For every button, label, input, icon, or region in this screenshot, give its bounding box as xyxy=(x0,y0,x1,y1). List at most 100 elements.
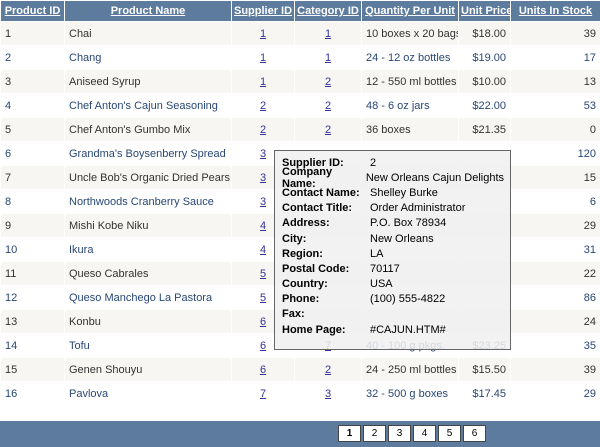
cell-quantity-per-unit: 24 - 250 ml bottles xyxy=(361,357,459,382)
cell-units-in-stock: 53 xyxy=(510,93,600,118)
cell-product-name: Chef Anton's Gumbo Mix xyxy=(64,117,232,142)
cell-category-id: 1 xyxy=(294,45,362,70)
cell-product-name: Chang xyxy=(64,45,232,70)
cell-category-id: 2 xyxy=(294,69,362,94)
cell-supplier-id: 6 xyxy=(231,357,295,382)
cell-product-id: 8 xyxy=(0,189,65,214)
category-id-link[interactable]: 2 xyxy=(325,76,331,88)
cell-product-name: Northwoods Cranberry Sauce xyxy=(64,189,232,214)
cell-units-in-stock: 17 xyxy=(510,45,600,70)
cell-product-name: Genen Shouyu xyxy=(64,357,232,382)
supplier-id-link[interactable]: 6 xyxy=(260,364,266,376)
header-product-id[interactable]: Product ID xyxy=(0,0,65,22)
supplier-id-link[interactable]: 5 xyxy=(260,292,266,304)
header-unit-price[interactable]: Unit Price xyxy=(458,0,511,22)
supplier-id-link[interactable]: 1 xyxy=(260,52,266,64)
supplier-id-link[interactable]: 2 xyxy=(260,100,266,112)
tooltip-label: Home Page: xyxy=(282,323,346,336)
pager-page-4-button[interactable]: 4 xyxy=(413,425,436,442)
cell-product-id: 9 xyxy=(0,213,65,238)
pager: 123456 xyxy=(0,421,600,447)
supplier-id-link[interactable]: 4 xyxy=(260,244,266,256)
cell-category-id: 2 xyxy=(294,117,362,142)
tooltip-row: Postal Code: 70117 xyxy=(282,261,504,276)
supplier-id-link[interactable]: 3 xyxy=(260,148,266,160)
cell-supplier-id: 2 xyxy=(231,117,295,142)
tooltip-label: Region: xyxy=(282,247,323,260)
cell-quantity-per-unit: 12 - 550 ml bottles xyxy=(361,69,459,94)
pager-page-6-button[interactable]: 6 xyxy=(463,425,486,442)
cell-product-id: 11 xyxy=(0,261,65,286)
supplier-id-link[interactable]: 3 xyxy=(260,196,266,208)
supplier-id-link[interactable]: 3 xyxy=(260,172,266,184)
pager-page-3-button[interactable]: 3 xyxy=(388,425,411,442)
cell-product-name: Chef Anton's Cajun Seasoning xyxy=(64,93,232,118)
tooltip-label: Contact Name: xyxy=(282,186,360,199)
category-id-link[interactable]: 3 xyxy=(325,388,331,400)
supplier-id-link[interactable]: 1 xyxy=(260,28,266,40)
pager-buttons: 123456 xyxy=(338,425,486,442)
table-row: 5 Chef Anton's Gumbo Mix 2 2 36 boxes $21.35 0 xyxy=(0,117,600,142)
cell-supplier-id: 1 xyxy=(231,45,295,70)
tooltip-row: Home Page: #CAJUN.HTM# xyxy=(282,322,504,337)
tooltip-label: Phone: xyxy=(282,293,320,306)
tooltip-row: Phone: (100) 555-4822 xyxy=(282,292,504,307)
category-id-link[interactable]: 2 xyxy=(325,100,331,112)
cell-category-id: 2 xyxy=(294,93,362,118)
tooltip-row: Contact Name: Shelley Burke xyxy=(282,185,504,200)
tooltip-label: Contact Title: xyxy=(282,202,353,215)
cell-quantity-per-unit: 36 boxes xyxy=(361,117,459,142)
header-supplier-id[interactable]: Supplier ID xyxy=(231,0,295,22)
cell-product-id: 1 xyxy=(0,21,65,46)
tooltip-value: #CAJUN.HTM# xyxy=(370,323,446,336)
tooltip-value: Order Administrator xyxy=(370,202,466,215)
cell-category-id: 2 xyxy=(294,357,362,382)
cell-supplier-id: 1 xyxy=(231,69,295,94)
category-id-link[interactable]: 1 xyxy=(325,52,331,64)
category-id-link[interactable]: 2 xyxy=(325,364,331,376)
cell-product-id: 16 xyxy=(0,381,65,406)
cell-product-id: 4 xyxy=(0,93,65,118)
supplier-id-link[interactable]: 6 xyxy=(260,340,266,352)
supplier-id-link[interactable]: 4 xyxy=(260,220,266,232)
tooltip-value: LA xyxy=(370,247,384,260)
supplier-id-link[interactable]: 7 xyxy=(260,388,266,400)
cell-product-name: Uncle Bob's Organic Dried Pears xyxy=(64,165,232,190)
supplier-id-link[interactable]: 5 xyxy=(260,268,266,280)
cell-unit-price: $18.00 xyxy=(458,21,511,46)
tooltip-row: Region: LA xyxy=(282,246,504,261)
header-product-name[interactable]: Product Name xyxy=(64,0,232,22)
cell-units-in-stock: 120 xyxy=(510,141,600,166)
cell-product-name: Tofu xyxy=(64,333,232,358)
pager-page-1-button[interactable]: 1 xyxy=(338,425,361,442)
cell-category-id: 3 xyxy=(294,381,362,406)
tooltip-value: (100) 555-4822 xyxy=(370,293,446,306)
header-units-in-stock[interactable]: Units In Stock xyxy=(510,0,600,22)
cell-unit-price: $17.45 xyxy=(458,381,511,406)
pager-page-2-button[interactable]: 2 xyxy=(363,425,386,442)
cell-product-id: 6 xyxy=(0,141,65,166)
pager-page-5-button[interactable]: 5 xyxy=(438,425,461,442)
cell-product-name: Queso Cabrales xyxy=(64,261,232,286)
header-quantity-per-unit[interactable]: Quantity Per Unit xyxy=(361,0,459,22)
supplier-id-link[interactable]: 1 xyxy=(260,76,266,88)
tooltip-row: Country: USA xyxy=(282,277,504,292)
cell-product-id: 2 xyxy=(0,45,65,70)
cell-product-id: 5 xyxy=(0,117,65,142)
cell-units-in-stock: 86 xyxy=(510,285,600,310)
supplier-tooltip: Supplier ID: 2 Company Name: New Orleans Ca… xyxy=(274,150,511,350)
cell-product-name: Queso Manchego La Pastora xyxy=(64,285,232,310)
cell-unit-price: $19.00 xyxy=(458,45,511,70)
supplier-id-link[interactable]: 2 xyxy=(260,124,266,136)
supplier-id-link[interactable]: 6 xyxy=(260,316,266,328)
tooltip-value: New Orleans Cajun Delights xyxy=(365,171,504,184)
cell-product-id: 7 xyxy=(0,165,65,190)
cell-units-in-stock: 39 xyxy=(510,357,600,382)
cell-product-id: 13 xyxy=(0,309,65,334)
header-category-id[interactable]: Category ID xyxy=(294,0,362,22)
cell-units-in-stock: 35 xyxy=(510,333,600,358)
category-id-link[interactable]: 1 xyxy=(325,28,331,40)
header-row: Product ID Product Name Supplier ID Cate… xyxy=(0,0,600,22)
category-id-link[interactable]: 2 xyxy=(325,124,331,136)
cell-product-name: Chai xyxy=(64,21,232,46)
